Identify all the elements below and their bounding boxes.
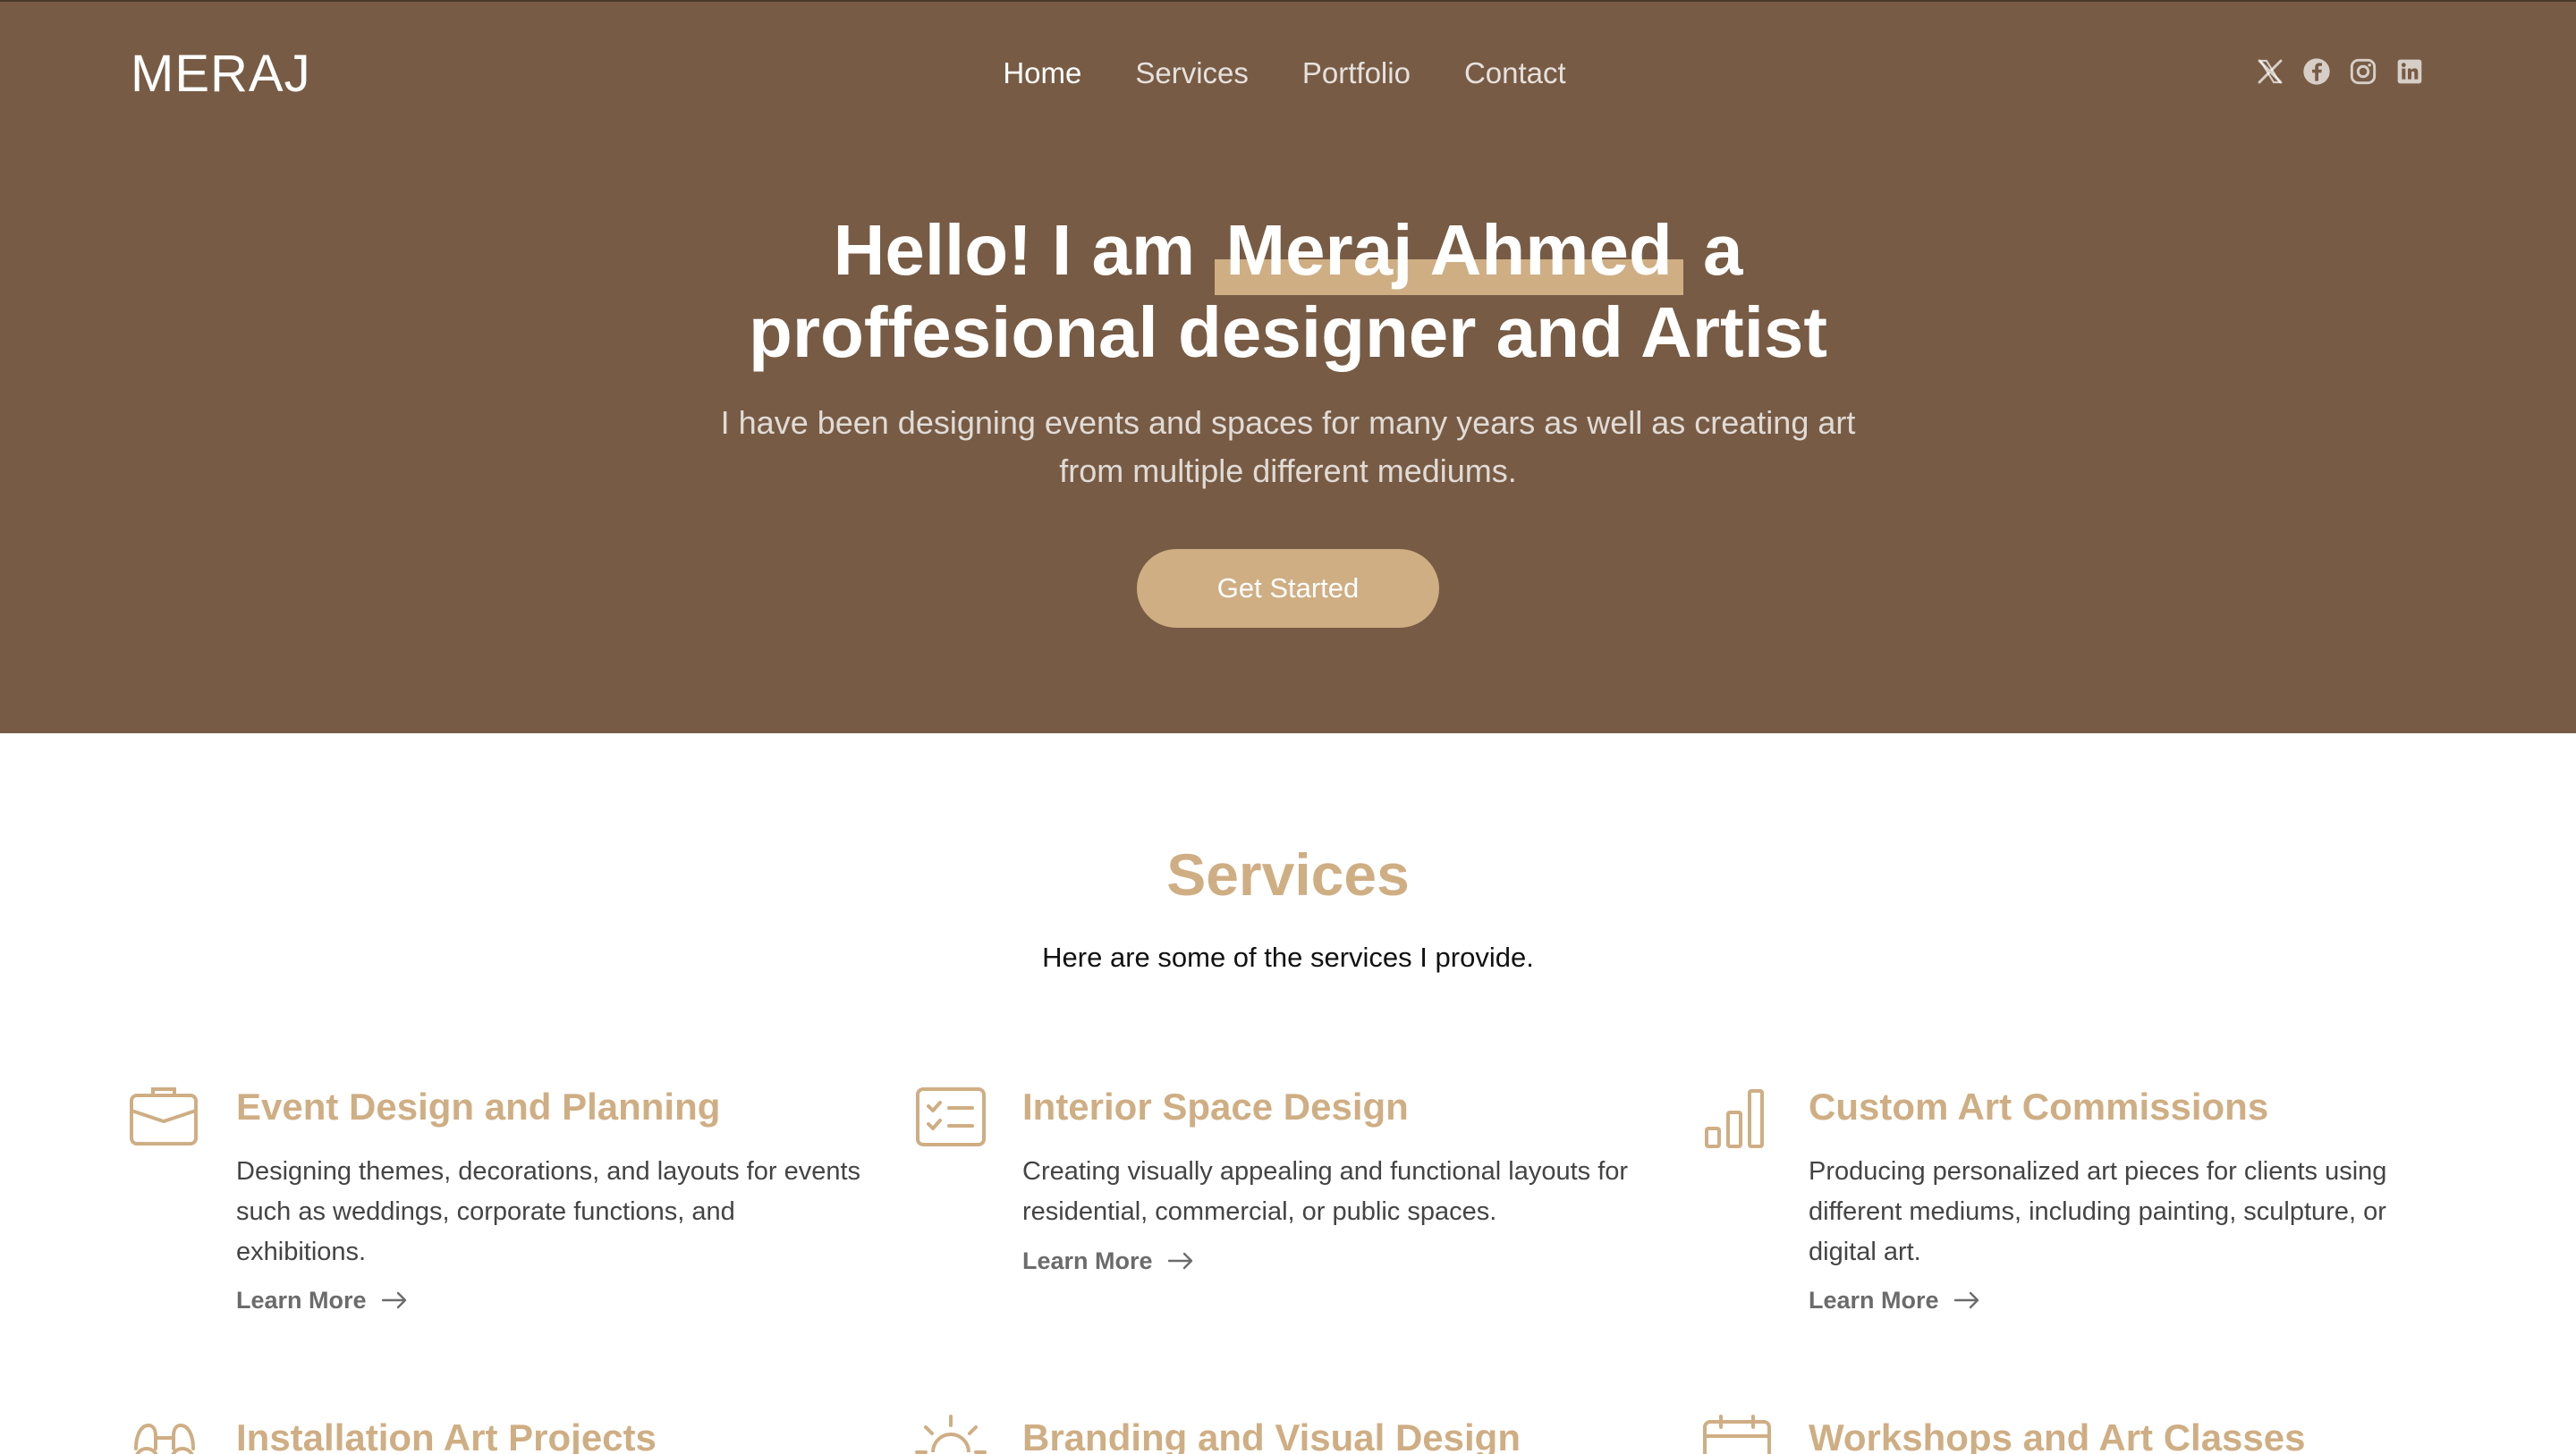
service-description: Designing themes, decorations, and layou… [236,1157,861,1266]
linkedin-icon[interactable] [2395,57,2424,86]
checklist-card-icon [915,1082,987,1154]
services-title: Services [1166,841,1410,908]
instagram-icon[interactable] [2349,57,2377,86]
social-links [2256,57,2424,86]
learn-more-link[interactable]: Learn More [1022,1243,1194,1279]
calendar-icon [1701,1413,1773,1454]
hero-title: Hello! I am Meraj Ahmed a proffesional d… [0,209,2576,374]
briefcase-icon [129,1082,200,1154]
nav-link-services[interactable]: Services [1135,52,1249,95]
hero-title-prefix: Hello! I am [833,210,1196,290]
arrow-right-icon [381,1291,406,1309]
hero-section: MERAJ Home Services Portfolio Contact He… [0,0,2576,733]
service-title[interactable]: Interior Space Design [1022,1082,1409,1132]
arrow-right-icon [1167,1252,1192,1270]
learn-more-link[interactable]: Learn More [1809,1282,1980,1318]
x-icon[interactable] [2256,57,2284,86]
service-description: Creating visually appealing and function… [1022,1157,1629,1226]
service-title[interactable]: Workshops and Art Classes [1809,1413,2306,1454]
facebook-icon[interactable] [2302,57,2331,86]
hero-title-suffix: a [1702,210,1743,290]
learn-more-link[interactable]: Learn More [236,1282,408,1318]
sun-icon [915,1413,987,1454]
service-title[interactable]: Branding and Visual Design [1022,1413,1521,1454]
hero-name-highlight: Meraj Ahmed [1215,209,1684,295]
services-subtitle: Here are some of the services I provide. [1042,942,1534,973]
binoculars-icon [129,1413,200,1454]
learn-more-label: Learn More [236,1287,367,1314]
learn-more-label: Learn More [1022,1247,1153,1274]
nav-link-home[interactable]: Home [1003,52,1081,95]
nav-link-contact[interactable]: Contact [1464,52,1566,95]
service-title[interactable]: Event Design and Planning [236,1082,720,1132]
bar-chart-icon [1701,1082,1773,1154]
hero-subtitle: I have been designing events and spaces … [720,404,1856,489]
service-title[interactable]: Installation Art Projects [236,1413,657,1454]
get-started-button[interactable]: Get Started [1137,549,1439,628]
service-description: Producing personalized art pieces for cl… [1809,1157,2387,1266]
hero-title-name: Meraj Ahmed [1225,210,1673,290]
nav-link-portfolio[interactable]: Portfolio [1302,52,1411,95]
service-title[interactable]: Custom Art Commissions [1809,1082,2268,1132]
arrow-right-icon [1953,1291,1979,1309]
hero-title-line2: proffesional designer and Artist [748,292,1828,372]
learn-more-label: Learn More [1809,1287,1939,1314]
main-nav: Home Services Portfolio Contact [0,52,2576,95]
